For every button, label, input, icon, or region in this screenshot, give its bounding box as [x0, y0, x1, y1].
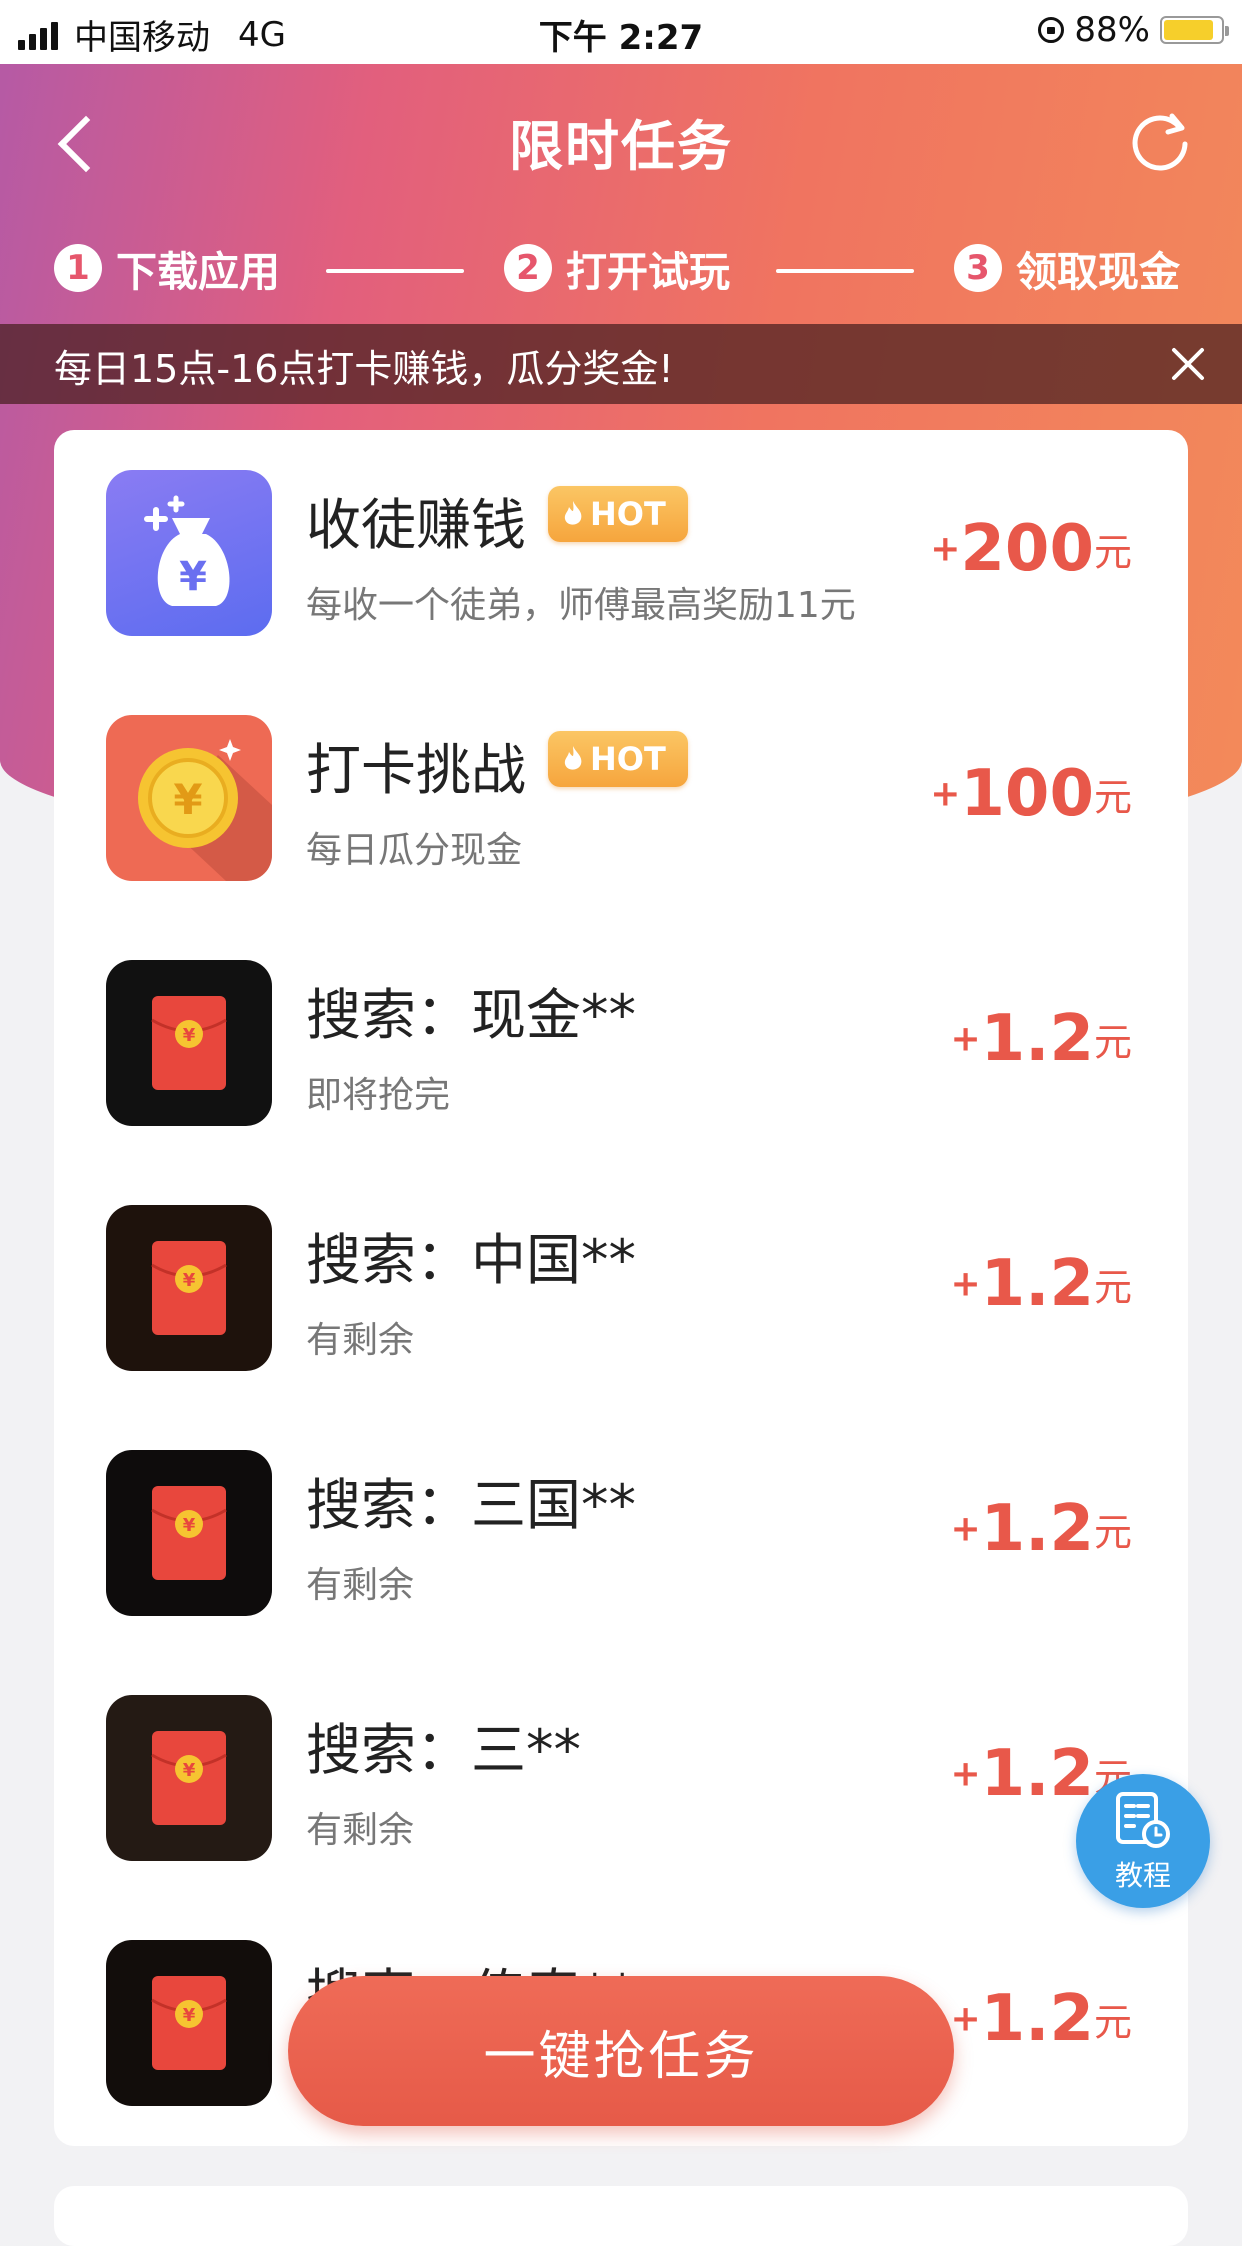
task-reward: +1.2元 [950, 1002, 1132, 1076]
task-subtitle: 即将抢完 [306, 1075, 451, 1116]
gold-coin-icon: ¥ [106, 715, 272, 881]
red-envelope-icon: ¥ [106, 1450, 272, 1616]
step-1: 1 下载应用 [54, 238, 280, 298]
reward-unit: 元 [1093, 1510, 1132, 1555]
reward-amount: 1.2 [980, 1002, 1094, 1076]
reward-amount: 200 [960, 512, 1094, 586]
next-card-edge [54, 2186, 1188, 2246]
task-row-checkin[interactable]: ¥ 打卡挑战 HOT 每日瓜分现金 +100元 [54, 675, 1188, 920]
flame-icon [564, 501, 582, 525]
hot-label: HOT [590, 740, 666, 778]
red-envelope-icon: ¥ [106, 1940, 272, 2106]
task-reward: +100元 [930, 757, 1132, 831]
task-subtitle: 每日瓜分现金 [306, 830, 523, 871]
battery-icon [1160, 16, 1229, 44]
task-title: 搜索：现金** [306, 983, 637, 1047]
step-3: 3 领取现金 [954, 238, 1180, 298]
reward-plus: + [950, 1018, 981, 1060]
reward-plus: + [950, 1998, 981, 2040]
task-subtitle: 有剩余 [306, 1565, 415, 1606]
grab-task-button[interactable]: 一键抢任务 [288, 1976, 954, 2126]
reward-unit: 元 [1093, 775, 1132, 820]
svg-text:¥: ¥ [179, 554, 207, 600]
battery-percent: 88% [1074, 10, 1150, 50]
task-row-invite[interactable]: ¥ 收徒赚钱 HOT 每收一个徒弟，师傅最高奖励11元 +200元 [54, 430, 1188, 675]
refresh-icon[interactable] [1128, 108, 1192, 172]
page-title: 限时任务 [509, 115, 733, 178]
reward-plus: + [950, 1753, 981, 1795]
hot-badge: HOT [548, 731, 688, 787]
task-title: 打卡挑战 [306, 738, 527, 802]
red-envelope-icon: ¥ [106, 960, 272, 1126]
svg-text:¥: ¥ [183, 1025, 196, 1046]
red-envelope-icon: ¥ [106, 1695, 272, 1861]
hot-label: HOT [590, 495, 666, 533]
task-list-card: ¥ 收徒赚钱 HOT 每收一个徒弟，师傅最高奖励11元 +200元 ¥ 打卡挑战 [54, 430, 1188, 2146]
step-label: 领取现金 [1016, 248, 1180, 296]
task-row-search[interactable]: ¥ 搜索：中国** 有剩余 +1.2元 [54, 1165, 1188, 1410]
reward-unit: 元 [1093, 530, 1132, 575]
step-connector [326, 269, 464, 273]
task-row-search[interactable]: ¥ 搜索：现金** 即将抢完 +1.2元 [54, 920, 1188, 1165]
task-reward: +1.2元 [950, 1247, 1132, 1321]
reward-unit: 元 [1093, 2000, 1132, 2045]
nav-bar: 限时任务 [0, 64, 1242, 214]
step-label: 打开试玩 [566, 248, 730, 296]
task-subtitle: 有剩余 [306, 1320, 415, 1361]
svg-text:¥: ¥ [183, 2005, 196, 2026]
reward-plus: + [950, 1263, 981, 1305]
reward-unit: 元 [1093, 1265, 1132, 1310]
tutorial-label: 教程 [1114, 1859, 1171, 1892]
task-title: 搜索：中国** [306, 1228, 637, 1292]
task-reward: +1.2元 [950, 1982, 1132, 2056]
svg-text:¥: ¥ [183, 1760, 196, 1781]
step-label: 下载应用 [116, 248, 280, 296]
reward-amount: 1.2 [980, 1492, 1094, 1566]
reward-amount: 1.2 [980, 1982, 1094, 2056]
step-connector [776, 269, 914, 273]
task-reward: +1.2元 [950, 1492, 1132, 1566]
orientation-lock-icon [1038, 17, 1065, 43]
notice-banner: 每日15点-16点打卡赚钱，瓜分奖金! [0, 324, 1242, 404]
task-steps: 1 下载应用 2 打开试玩 3 领取现金 [0, 238, 1242, 302]
task-reward: +200元 [930, 512, 1132, 586]
svg-text:¥: ¥ [173, 775, 202, 824]
flame-icon [564, 746, 582, 770]
svg-text:¥: ¥ [183, 1515, 196, 1536]
hot-badge: HOT [548, 486, 688, 542]
close-icon[interactable] [1170, 346, 1206, 382]
reward-amount: 1.2 [980, 1247, 1094, 1321]
tutorial-button[interactable]: 教程 [1076, 1774, 1210, 1908]
reward-unit: 元 [1093, 1020, 1132, 1065]
step-number: 3 [954, 244, 1002, 292]
task-title: 搜索：三国** [306, 1473, 637, 1537]
task-title: 收徒赚钱 [306, 493, 527, 557]
reward-amount: 1.2 [980, 1737, 1094, 1811]
money-bag-icon: ¥ [106, 470, 272, 636]
reward-plus: + [930, 528, 961, 570]
step-2: 2 打开试玩 [504, 238, 730, 298]
task-subtitle: 有剩余 [306, 1810, 415, 1851]
status-bar: 中国移动 4G 下午 2:27 88% [0, 0, 1242, 64]
step-number: 2 [504, 244, 552, 292]
task-row-search[interactable]: ¥ 搜索：三国** 有剩余 +1.2元 [54, 1410, 1188, 1655]
task-subtitle: 每收一个徒弟，师傅最高奖励11元 [306, 585, 856, 626]
tutorial-doc-icon [1116, 1792, 1170, 1848]
reward-plus: + [950, 1508, 981, 1550]
notice-text: 每日15点-16点打卡赚钱，瓜分奖金! [54, 347, 674, 391]
task-title: 搜索：三** [306, 1718, 582, 1782]
red-envelope-icon: ¥ [106, 1205, 272, 1371]
svg-text:¥: ¥ [183, 1270, 196, 1291]
reward-amount: 100 [960, 757, 1094, 831]
reward-plus: + [930, 773, 961, 815]
status-right: 88% [1038, 10, 1229, 50]
task-row-search[interactable]: ¥ 搜索：三** 有剩余 +1.2元 [54, 1655, 1188, 1900]
step-number: 1 [54, 244, 102, 292]
